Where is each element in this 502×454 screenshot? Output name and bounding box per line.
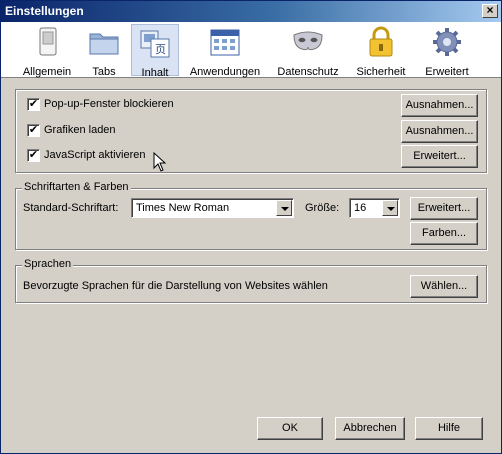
tab-label: Datenschutz [277,66,339,78]
tab-label: Sicherheit [356,66,406,78]
font-size-select[interactable]: 16 [349,198,400,218]
svg-text:页: 页 [155,43,166,56]
gear-icon [433,28,461,56]
default-font-select[interactable]: Times New Roman [131,198,294,218]
cancel-button[interactable]: Abbrechen [335,417,405,440]
preferences-window: Einstellungen × Allgemein Tabs 页 Inhalt … [0,0,502,454]
images-exceptions-button[interactable]: Ausnahmen... [401,120,478,143]
languages-description: Bevorzugte Sprachen für die Darstellung … [23,280,328,292]
title-bar[interactable]: Einstellungen × [1,1,501,22]
images-label[interactable]: Grafiken laden [44,124,116,136]
languages-group: Sprachen Bevorzugte Sprachen für die Dar… [15,258,487,303]
close-button[interactable]: × [482,4,498,18]
help-button[interactable]: Hilfe [415,417,483,440]
choose-languages-button[interactable]: Wählen... [410,275,478,298]
folder-icon [89,33,119,55]
default-font-value: Times New Roman [136,202,230,214]
tab-label: Allgemein [22,66,72,78]
popup-checkbox[interactable]: ✔ [27,98,40,111]
images-checkbox[interactable]: ✔ [27,124,40,137]
tab-erweitert[interactable]: Erweitert [419,24,475,78]
colors-button[interactable]: Farben... [410,222,478,245]
content-group: ✔ Pop-up-Fenster blockieren Ausnahmen...… [15,89,487,173]
tab-sicherheit[interactable]: Sicherheit [353,24,409,78]
tab-anwendungen[interactable]: Anwendungen [186,24,264,78]
chevron-down-icon[interactable] [382,200,398,216]
window-title: Einstellungen [5,4,84,18]
content-icon: 页 [140,30,170,58]
size-label: Größe: [305,202,340,214]
javascript-advanced-button[interactable]: Erweitert... [401,145,478,168]
fonts-advanced-button[interactable]: Erweitert... [410,197,478,220]
javascript-checkbox[interactable]: ✔ [27,149,40,162]
fonts-colors-group: Schriftarten & Farben Standard-Schriftar… [15,181,487,250]
tab-label: Anwendungen [189,66,261,78]
languages-legend: Sprachen [22,258,74,270]
default-font-label: Standard-Schriftart: [23,202,119,214]
font-size-value: 16 [354,202,367,214]
switch-icon [39,27,57,56]
mask-icon [293,31,323,51]
tab-tabs[interactable]: Tabs [85,24,123,78]
tab-inhalt[interactable]: 页 Inhalt [131,24,179,79]
chevron-down-icon[interactable] [276,200,292,216]
tab-label: Inhalt [141,67,169,79]
popup-exceptions-button[interactable]: Ausnahmen... [401,94,478,117]
popup-label[interactable]: Pop-up-Fenster blockieren [44,98,174,110]
javascript-label[interactable]: JavaScript aktivieren [44,149,146,161]
fonts-colors-legend: Schriftarten & Farben [22,181,131,193]
tab-datenschutz[interactable]: Datenschutz [273,24,343,78]
tab-allgemein[interactable]: Allgemein [19,24,75,78]
mouse-pointer-icon [153,152,167,172]
ok-button[interactable]: OK [257,417,323,440]
tab-label: Erweitert [425,66,469,78]
tab-label: Tabs [92,66,116,78]
lock-icon [369,26,393,57]
preferences-toolbar: Allgemein Tabs 页 Inhalt Anwendungen Date… [1,22,501,79]
calendar-icon [210,29,240,56]
